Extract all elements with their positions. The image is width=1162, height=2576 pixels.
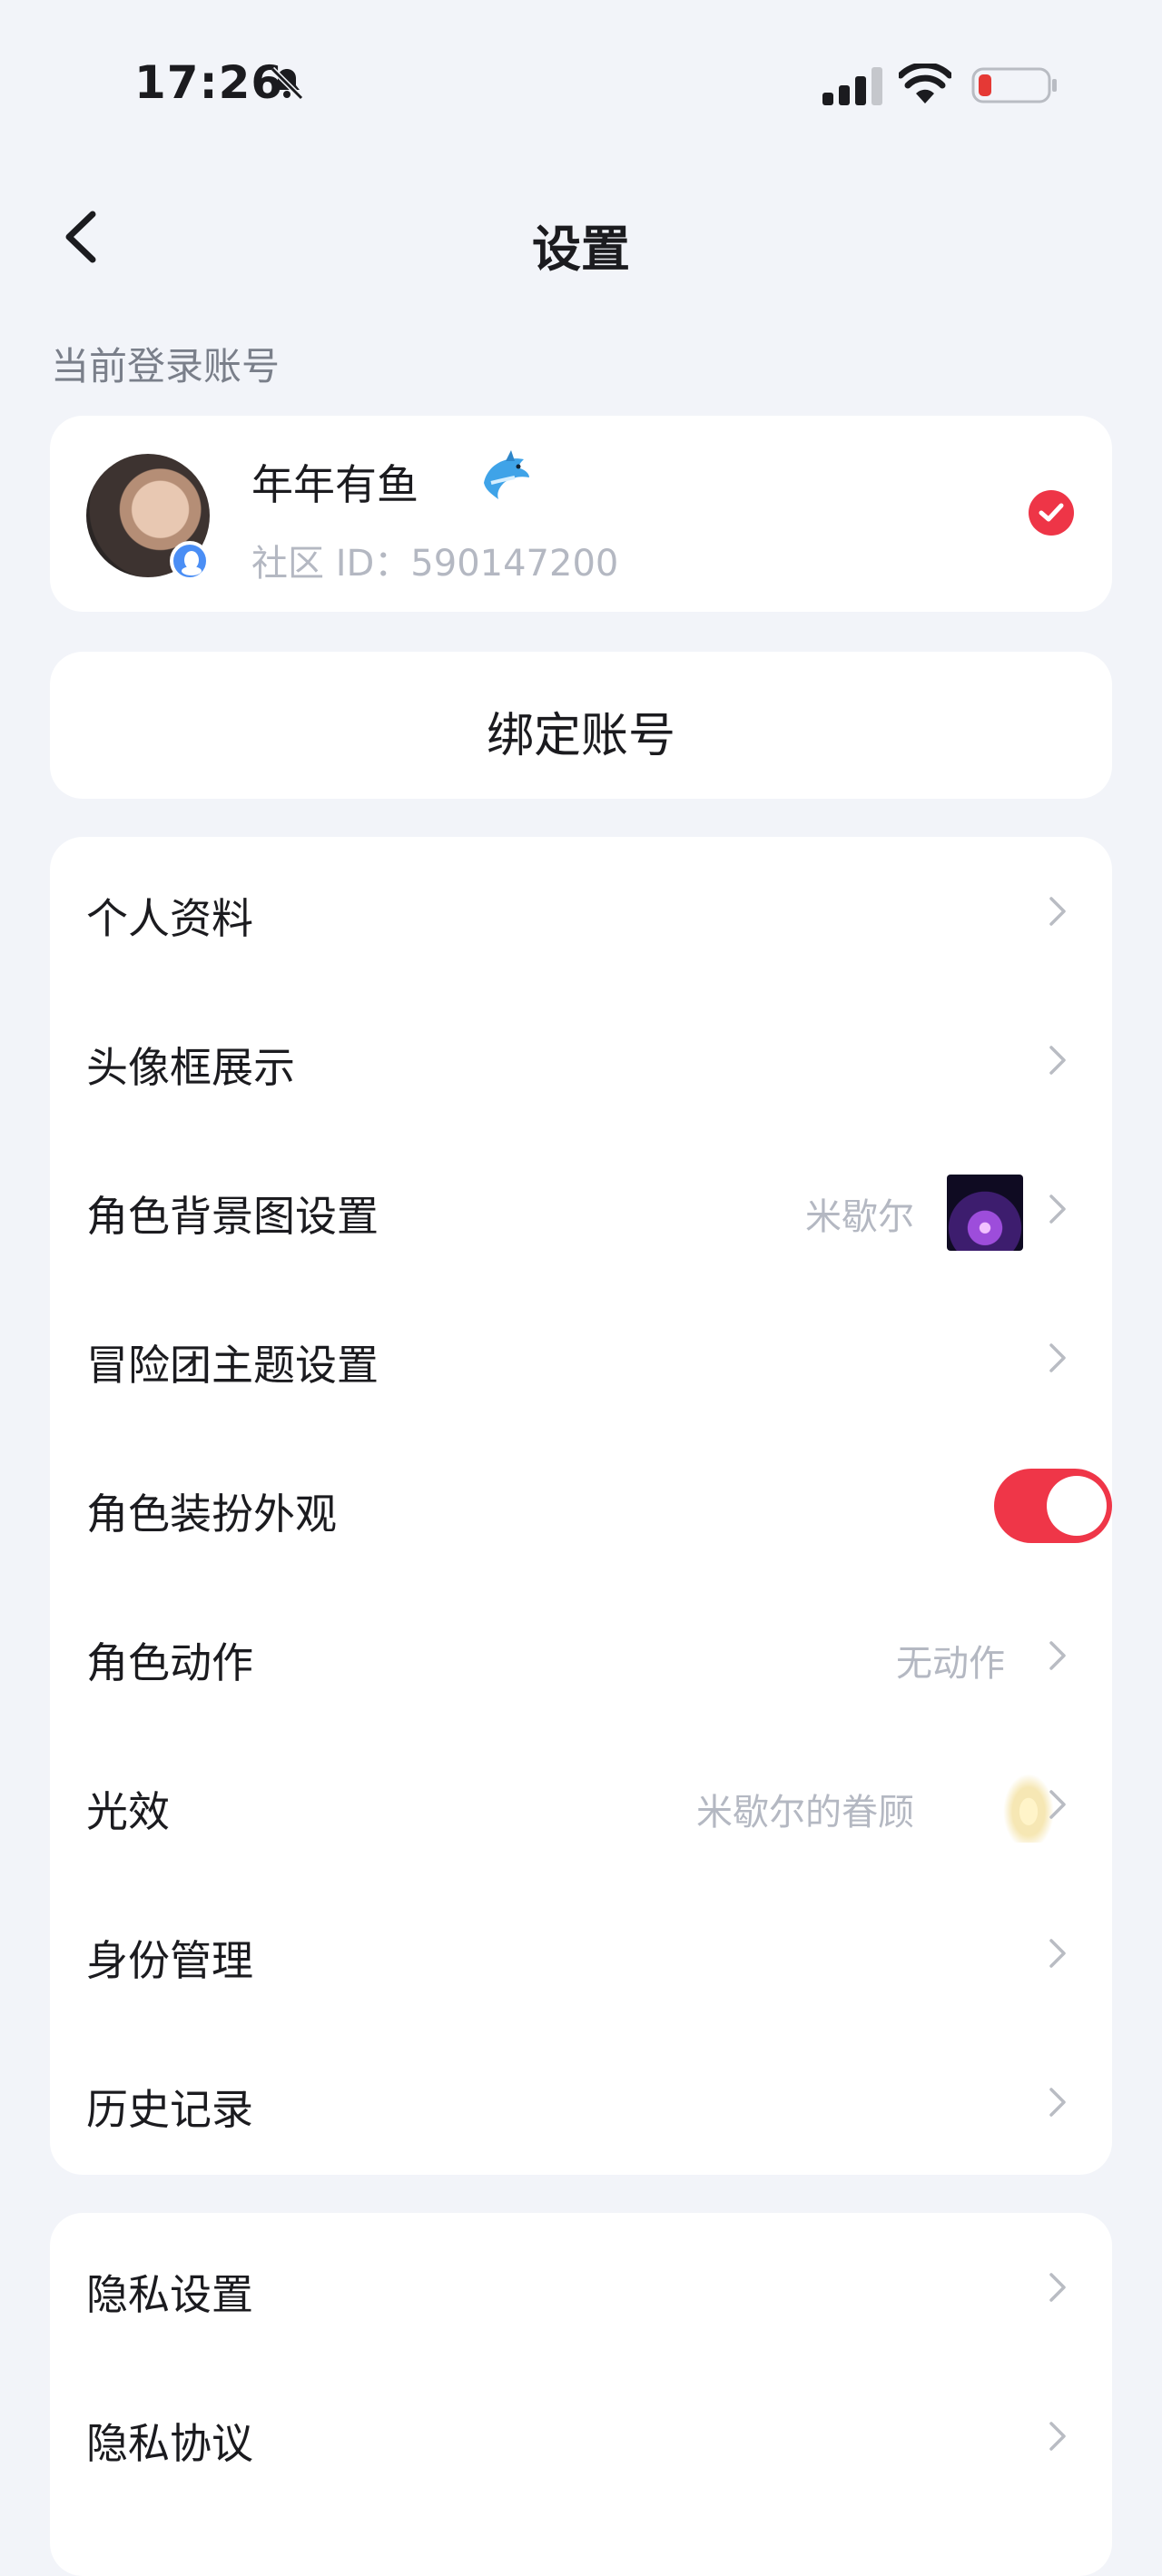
wifi-icon (899, 64, 951, 103)
settings-row-history[interactable]: 历史记录 (50, 2028, 1112, 2177)
background-thumbnail (947, 1175, 1023, 1251)
settings-row-profile[interactable]: 个人资料 (50, 837, 1112, 986)
account-id: 社区 ID：590147200 (251, 543, 619, 585)
row-label: 冒险团主题设置 (86, 1341, 379, 1390)
chevron-right-icon (1049, 2422, 1066, 2451)
row-label: 角色装扮外观 (86, 1490, 337, 1539)
status-time: 17:26 (134, 56, 284, 109)
battery-low-icon (971, 67, 1057, 103)
account-name: 年年有鱼 (251, 460, 419, 509)
row-value: 无动作 (896, 1643, 1005, 1685)
row-label: 光效 (86, 1787, 170, 1836)
row-label: 角色动作 (86, 1638, 253, 1687)
page-title: 设置 (532, 221, 630, 278)
chevron-right-icon (1049, 1641, 1066, 1670)
settings-group-2: 隐私设置 隐私协议 (50, 2213, 1112, 2576)
chevron-right-icon (1049, 2088, 1066, 2117)
row-label: 头像框展示 (86, 1043, 295, 1092)
chevron-right-icon (1049, 1343, 1066, 1372)
row-label: 角色背景图设置 (86, 1192, 379, 1241)
row-label: 历史记录 (86, 2085, 253, 2134)
status-bar: 17:26 (0, 0, 1162, 172)
chevron-right-icon (1049, 1046, 1066, 1075)
row-value: 米歇尔的眷顾 (696, 1792, 914, 1834)
settings-row-light-effect[interactable]: 光效 米歇尔的眷顾 (50, 1730, 1112, 1879)
cellular-signal-icon (822, 67, 882, 105)
settings-row-privacy-settings[interactable]: 隐私设置 (50, 2213, 1112, 2362)
nav-bar: 设置 (0, 191, 1162, 281)
row-label: 身份管理 (86, 1936, 253, 1985)
settings-row-role-background[interactable]: 角色背景图设置 米歇尔 (50, 1135, 1112, 1283)
settings-row-role-appearance: 角色装扮外观 (50, 1432, 1112, 1581)
bell-muted-icon (270, 66, 304, 101)
bind-account-button[interactable]: 绑定账号 (50, 652, 1112, 799)
settings-row-adventure-theme[interactable]: 冒险团主题设置 (50, 1283, 1112, 1432)
row-value: 米歇尔 (805, 1196, 914, 1238)
bind-account-label: 绑定账号 (486, 709, 675, 763)
settings-row-avatar-frame[interactable]: 头像框展示 (50, 986, 1112, 1135)
appearance-toggle[interactable] (994, 1469, 1112, 1543)
settings-row-role-action[interactable]: 角色动作 无动作 (50, 1581, 1112, 1730)
chevron-right-icon (1049, 897, 1066, 926)
chevron-right-icon (1049, 1790, 1066, 1819)
toggle-knob (1047, 1476, 1107, 1536)
settings-row-privacy-policy[interactable]: 隐私协议 (50, 2362, 1112, 2511)
chevron-right-icon (1049, 1195, 1066, 1224)
settings-group-1: 个人资料 头像框展示 角色背景图设置 米歇尔 冒险团主题设置 角色装扮外观 角色… (50, 837, 1112, 2175)
settings-row-identity[interactable]: 身份管理 (50, 1879, 1112, 2028)
selected-check-icon (1029, 490, 1074, 536)
chevron-right-icon (1049, 1939, 1066, 1968)
current-account-label: 当前登录账号 (51, 344, 281, 388)
row-label: 隐私设置 (86, 2270, 253, 2319)
row-label: 隐私协议 (86, 2419, 253, 2468)
account-card[interactable]: 年年有鱼 社区 ID：590147200 (50, 416, 1112, 612)
row-label: 个人资料 (86, 894, 253, 943)
qq-badge-icon (170, 541, 210, 581)
dolphin-icon (484, 450, 529, 499)
chevron-right-icon (1049, 2273, 1066, 2302)
